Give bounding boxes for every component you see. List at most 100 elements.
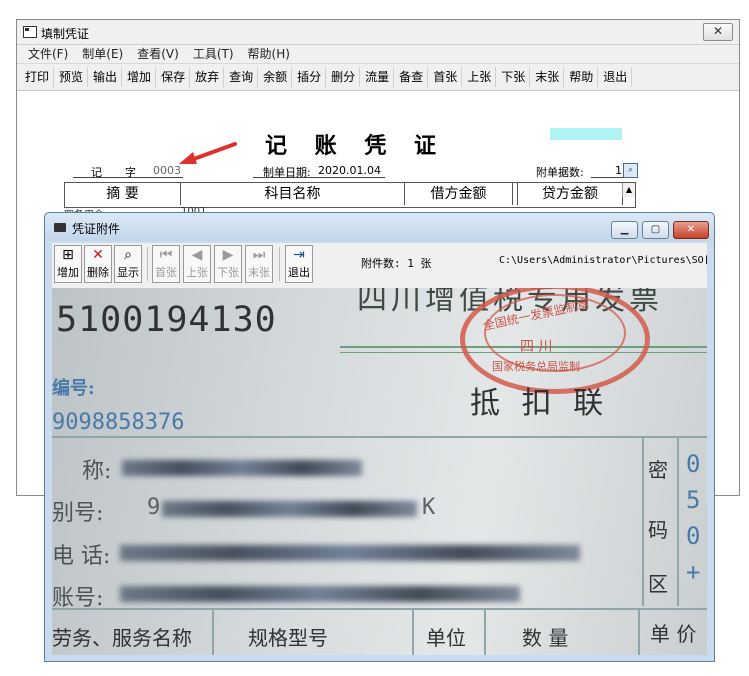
cipher-char-3: 区 [648, 572, 668, 596]
address-phone-label: 电 话: [52, 544, 111, 569]
attach-prev-button[interactable]: ◀ 上张 [183, 245, 211, 283]
voucher-date[interactable]: 2020.01.04 [318, 164, 381, 177]
table-scroll-up-icon[interactable]: ▲ [622, 183, 635, 197]
cipher-digit-1: 0 [686, 450, 701, 478]
attachment-magnify-icon[interactable]: ⌕ [623, 163, 638, 178]
next-voucher-button[interactable]: 下张 [497, 67, 531, 87]
print-button[interactable]: 打印 [21, 67, 55, 87]
add-button[interactable]: 增加 [123, 67, 157, 87]
cipher-area-line [642, 436, 644, 606]
balance-button[interactable]: 余额 [259, 67, 293, 87]
menu-bar: 文件(F) 制单(E) 查看(V) 工具(T) 帮助(H) [17, 45, 739, 63]
dialog-close-button[interactable]: ✕ [673, 221, 709, 239]
toolbar-separator-2 [279, 247, 280, 281]
menu-tools[interactable]: 工具(T) [186, 45, 241, 63]
next-icon: ▶ [222, 247, 234, 263]
qty-col: 数 量 [522, 626, 569, 650]
last-voucher-button[interactable]: 末张 [531, 67, 565, 87]
voucher-number[interactable]: 0003 [153, 164, 181, 177]
invoice-code: 5100194130 [56, 300, 277, 340]
save-button[interactable]: 保存 [157, 67, 191, 87]
insert-entry-button[interactable]: 插分 [293, 67, 327, 87]
help-button[interactable]: 帮助 [565, 67, 599, 87]
goods-name-col: 劳务、服务名称 [52, 626, 192, 650]
cashflow-button[interactable]: 流量 [361, 67, 395, 87]
buyer-top-line [52, 436, 707, 438]
attach-delete-button[interactable]: ✕ 删除 [84, 245, 112, 283]
spec-col: 规格型号 [248, 626, 328, 650]
attach-last-button[interactable]: ⏭ 末张 [245, 245, 273, 283]
attach-next-button[interactable]: ▶ 下张 [214, 245, 242, 283]
voucher-attachment-dialog: 凭证附件 ▁ ▢ ✕ ⊞ 增加 ✕ 删除 ⌕ 显示 ⏮ 首张 ◀ 上张 ▶ 下张… [44, 212, 715, 662]
invoice-photo: 四川增值税专用发票 全国统一发票监制章 四 川 国家税务总局监制 5100194… [52, 288, 707, 655]
attachment-path: C:\Users\Administrator\Pictures\SO[ [499, 255, 707, 266]
attach-add-button[interactable]: ⊞ 增加 [54, 245, 82, 283]
menu-make[interactable]: 制单(E) [75, 45, 130, 63]
query-button[interactable]: 查询 [225, 67, 259, 87]
discard-button[interactable]: 放弃 [191, 67, 225, 87]
voucher-title: 记 账 凭 证 [265, 133, 446, 159]
delete-x-icon: ✕ [92, 247, 104, 263]
taxpayer-id-end: K [422, 495, 436, 520]
main-close-button[interactable]: ✕ [703, 23, 733, 41]
date-underline [253, 177, 385, 178]
prev-voucher-button[interactable]: 上张 [463, 67, 497, 87]
attachments-count[interactable]: 1 [615, 164, 622, 177]
memo-button[interactable]: 备查 [395, 67, 429, 87]
delete-entry-button[interactable]: 删分 [327, 67, 361, 87]
attach-show-button[interactable]: ⌕ 显示 [114, 245, 142, 283]
attachments-label: 附单据数: [536, 166, 584, 179]
redacted-account [120, 586, 520, 602]
attach-underline [591, 177, 623, 178]
attach-exit-label: 退出 [288, 266, 310, 279]
camera-icon [54, 223, 66, 232]
attach-last-label: 末张 [248, 266, 270, 279]
menu-help[interactable]: 帮助(H) [241, 45, 297, 63]
dialog-body: ⊞ 增加 ✕ 删除 ⌕ 显示 ⏮ 首张 ◀ 上张 ▶ 下张 ⏭ 末张 ⇥ 退出 … [52, 243, 707, 655]
minimize-button[interactable]: ▁ [611, 221, 638, 239]
attach-first-button[interactable]: ⏮ 首张 [152, 245, 180, 283]
magnify-page-icon: ⌕ [124, 247, 132, 263]
cipher-area-line-2 [677, 436, 679, 606]
redacted-name [122, 460, 362, 476]
attach-next-label: 下张 [217, 266, 239, 279]
prev-icon: ◀ [191, 247, 203, 263]
goods-top-line [52, 608, 707, 610]
redacted-taxpayer-id [162, 501, 417, 517]
dialog-title: 凭证附件 [72, 222, 121, 236]
menu-file[interactable]: 文件(F) [21, 45, 75, 63]
seal-bottom-text: 国家税务总局监制 [492, 360, 580, 373]
attach-exit-button[interactable]: ⇥ 退出 [285, 245, 313, 283]
export-button[interactable]: 输出 [89, 67, 123, 87]
col-account: 科目名称 [181, 183, 405, 205]
goods-col-line-3 [484, 608, 486, 655]
invoice-copy-type: 抵 扣 联 [470, 386, 610, 421]
cipher-char-2: 码 [648, 518, 668, 542]
add-page-icon: ⊞ [62, 247, 74, 263]
main-title-bar[interactable]: 填制凭证 ✕ [17, 20, 739, 45]
redacted-address [120, 545, 580, 561]
seal-mid-text: 四 川 [520, 339, 553, 355]
cipher-digit-2: 5 [686, 486, 701, 514]
red-arrow-annotation [179, 142, 237, 164]
attach-prev-label: 上张 [186, 266, 208, 279]
col-debit: 借方金额 [405, 183, 513, 205]
taxpayer-id-start: 9 [147, 495, 161, 520]
first-icon: ⏮ [159, 247, 173, 263]
col-summary: 摘 要 [65, 183, 181, 205]
menu-view[interactable]: 查看(V) [130, 45, 186, 63]
attach-delete-label: 删除 [87, 266, 109, 279]
maximize-button[interactable]: ▢ [642, 221, 669, 239]
goods-col-line-2 [412, 608, 414, 655]
col-credit: 贷方金额 [517, 183, 623, 205]
goods-col-line-4 [638, 608, 640, 655]
main-toolbar: 打印 预览 输出 增加 保存 放弃 查询 余额 插分 删分 流量 备查 首张 上… [17, 63, 739, 91]
first-voucher-button[interactable]: 首张 [429, 67, 463, 87]
cipher-char-1: 密 [648, 458, 668, 482]
dialog-title-bar[interactable]: 凭证附件 ▁ ▢ ✕ [45, 213, 714, 241]
invoice-no-value: 9098858376 [52, 410, 185, 435]
exit-button[interactable]: 退出 [599, 67, 633, 87]
main-window-title: 填制凭证 [41, 27, 90, 41]
attach-first-label: 首张 [155, 266, 177, 279]
preview-button[interactable]: 预览 [55, 67, 89, 87]
